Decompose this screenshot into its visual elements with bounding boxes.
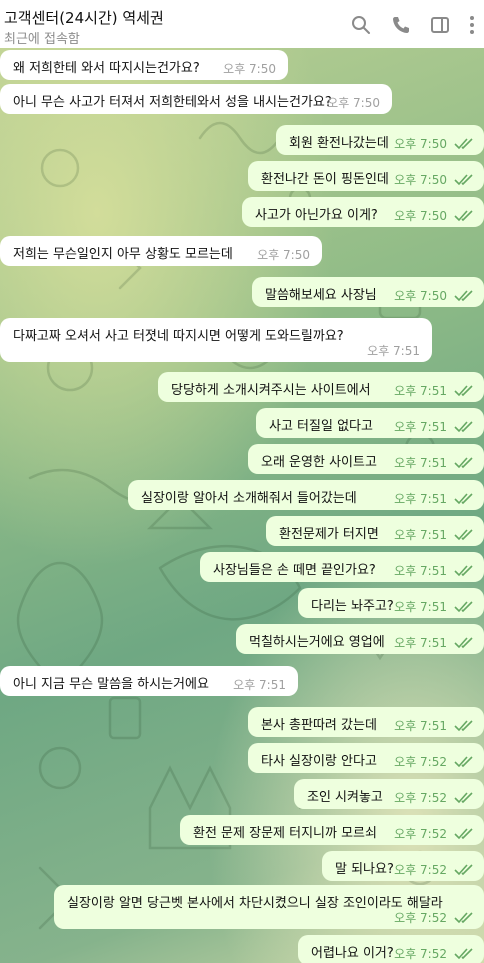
message-time: 오후 7:52 — [394, 947, 447, 961]
outgoing-message[interactable]: 말씀해보세요 사장님 오후 7:50 — [252, 277, 484, 307]
outgoing-message[interactable]: 어렵나요 이거? 오후 7:52 — [298, 935, 484, 963]
message-text: 환전 문제 장문제 터지니까 모르쇠 — [193, 826, 377, 841]
chat-title[interactable]: 고객센터(24시간) 역세권 — [4, 7, 164, 28]
outgoing-message[interactable]: 실장이랑 알아서 소개해줘서 들어갔는데 오후 7:51 — [128, 480, 484, 510]
read-checkmark-icon — [454, 421, 473, 433]
message-time: 오후 7:50 — [394, 209, 447, 223]
outgoing-message[interactable]: 환전문제가 터지면 오후 7:51 — [266, 516, 484, 546]
outgoing-message[interactable]: 먹칠하시는거에요 영업에 오후 7:51 — [236, 624, 484, 654]
message-time: 오후 7:52 — [394, 827, 447, 841]
message-time: 오후 7:50 — [327, 96, 380, 110]
outgoing-message[interactable]: 회원 환전나갔는데 오후 7:50 — [276, 125, 484, 155]
last-seen-status: 최근에 접속함 — [4, 32, 80, 47]
read-checkmark-icon — [454, 210, 473, 222]
outgoing-message[interactable]: 오래 운영한 사이트고 오후 7:51 — [248, 444, 484, 474]
message-time: 오후 7:51 — [394, 564, 447, 578]
message-time: 오후 7:50 — [223, 62, 276, 76]
message-text: 실장이랑 알면 당근벳 본사에서 차단시켰으니 실장 조인이라도 해달라 — [67, 896, 443, 911]
outgoing-message[interactable]: 실장이랑 알면 당근벳 본사에서 차단시켰으니 실장 조인이라도 해달라 오후 7… — [54, 885, 484, 929]
message-text: 환전나간 돈이 핑돈인데 — [261, 172, 389, 187]
read-checkmark-icon — [454, 493, 473, 505]
message-text: 아니 지금 무슨 말씀을 하시는거에요 — [13, 677, 209, 692]
message-text: 타사 실장이랑 안다고 — [261, 754, 377, 769]
message-time: 오후 7:51 — [394, 456, 447, 470]
message-text: 다리는 놔주고? — [311, 599, 394, 614]
outgoing-message[interactable]: 본사 총판따려 갔는데 오후 7:51 — [248, 707, 484, 737]
incoming-message[interactable]: 왜 저희한테 와서 따지시는건가요? 오후 7:50 — [0, 50, 288, 80]
read-checkmark-icon — [454, 756, 473, 768]
outgoing-message[interactable]: 타사 실장이랑 안다고 오후 7:52 — [248, 743, 484, 773]
message-time: 오후 7:51 — [367, 344, 420, 358]
message-time: 오후 7:51 — [394, 719, 447, 733]
message-text: 오래 운영한 사이트고 — [261, 455, 377, 470]
read-checkmark-icon — [454, 864, 473, 876]
incoming-message[interactable]: 다짜고짜 오셔서 사고 터졋네 따지시면 어떻게 도와드릴까요? 오후 7:51 — [0, 318, 432, 362]
message-time: 오후 7:50 — [394, 137, 447, 151]
message-text: 환전문제가 터지면 — [279, 527, 379, 542]
read-checkmark-icon — [454, 792, 473, 804]
read-checkmark-icon — [454, 637, 473, 649]
message-text: 당당하게 소개시켜주시는 사이트에서 — [171, 383, 371, 398]
phone-icon[interactable] — [390, 14, 412, 36]
message-time: 오후 7:51 — [394, 528, 447, 542]
read-checkmark-icon — [454, 948, 473, 960]
read-checkmark-icon — [454, 720, 473, 732]
outgoing-message[interactable]: 사장님들은 손 떼면 끝인가요? 오후 7:51 — [200, 552, 484, 582]
message-time: 오후 7:50 — [394, 289, 447, 303]
message-text: 왜 저희한테 와서 따지시는건가요? — [13, 61, 200, 76]
message-time: 오후 7:52 — [394, 863, 447, 877]
message-time: 오후 7:51 — [394, 492, 447, 506]
message-text: 사고 터질일 없다고 — [269, 419, 373, 434]
outgoing-message[interactable]: 조인 시켜놓고 오후 7:52 — [294, 779, 484, 809]
outgoing-message[interactable]: 말 되나요? 오후 7:52 — [322, 851, 484, 881]
message-text: 실장이랑 알아서 소개해줘서 들어갔는데 — [141, 491, 357, 506]
outgoing-message[interactable]: 환전나간 돈이 핑돈인데 오후 7:50 — [248, 161, 484, 191]
more-icon[interactable] — [464, 14, 480, 36]
message-time: 오후 7:51 — [394, 384, 447, 398]
read-checkmark-icon — [454, 529, 473, 541]
message-text: 어렵나요 이거? — [311, 946, 394, 961]
message-time: 오후 7:52 — [394, 791, 447, 805]
message-text: 다짜고짜 오셔서 사고 터졋네 따지시면 어떻게 도와드릴까요? — [13, 329, 344, 344]
message-time: 오후 7:50 — [257, 248, 310, 262]
incoming-message[interactable]: 저희는 무슨일인지 아무 상황도 모르는데 오후 7:50 — [0, 236, 322, 266]
sidebar-icon[interactable] — [429, 14, 451, 36]
read-checkmark-icon — [454, 828, 473, 840]
message-text: 본사 총판따려 갔는데 — [261, 718, 377, 733]
message-text: 조인 시켜놓고 — [307, 790, 383, 805]
read-checkmark-icon — [454, 138, 473, 150]
chat-header: 고객센터(24시간) 역세권 최근에 접속함 — [0, 0, 484, 48]
message-time: 오후 7:52 — [394, 911, 447, 925]
message-text: 말씀해보세요 사장님 — [265, 288, 377, 303]
incoming-message[interactable]: 아니 지금 무슨 말씀을 하시는거에요 오후 7:51 — [0, 666, 298, 696]
message-time: 오후 7:51 — [394, 420, 447, 434]
message-text: 사고가 아닌가요 이게? — [255, 208, 378, 223]
message-time: 오후 7:51 — [394, 600, 447, 614]
read-checkmark-icon — [454, 565, 473, 577]
incoming-message[interactable]: 아니 무슨 사고가 터져서 저희한테와서 성을 내시는건가요? 오후 7:50 — [0, 84, 392, 114]
message-text: 저희는 무슨일인지 아무 상황도 모르는데 — [13, 247, 233, 262]
message-text: 아니 무슨 사고가 터져서 저희한테와서 성을 내시는건가요? — [13, 95, 332, 110]
message-list[interactable]: 왜 저희한테 와서 따지시는건가요? 오후 7:50 아니 무슨 사고가 터져서 저… — [0, 48, 484, 963]
read-checkmark-icon — [454, 457, 473, 469]
message-text: 말 되나요? — [335, 862, 394, 877]
read-checkmark-icon — [454, 601, 473, 613]
message-text: 회원 환전나갔는데 — [289, 136, 389, 151]
search-icon[interactable] — [350, 14, 372, 36]
outgoing-message[interactable]: 당당하게 소개시켜주시는 사이트에서 오후 7:51 — [158, 372, 484, 402]
read-checkmark-icon — [454, 290, 473, 302]
message-text: 먹칠하시는거에요 영업에 — [249, 635, 385, 650]
read-checkmark-icon — [454, 385, 473, 397]
outgoing-message[interactable]: 다리는 놔주고? 오후 7:51 — [298, 588, 484, 618]
message-time: 오후 7:52 — [394, 755, 447, 769]
message-time: 오후 7:51 — [394, 636, 447, 650]
message-time: 오후 7:50 — [394, 173, 447, 187]
message-time: 오후 7:51 — [233, 678, 286, 692]
read-checkmark-icon — [454, 174, 473, 186]
outgoing-message[interactable]: 사고 터질일 없다고 오후 7:51 — [256, 408, 484, 438]
outgoing-message[interactable]: 사고가 아닌가요 이게? 오후 7:50 — [242, 197, 484, 227]
message-text: 사장님들은 손 떼면 끝인가요? — [213, 563, 376, 578]
read-checkmark-icon — [454, 912, 473, 924]
outgoing-message[interactable]: 환전 문제 장문제 터지니까 모르쇠 오후 7:52 — [180, 815, 484, 845]
